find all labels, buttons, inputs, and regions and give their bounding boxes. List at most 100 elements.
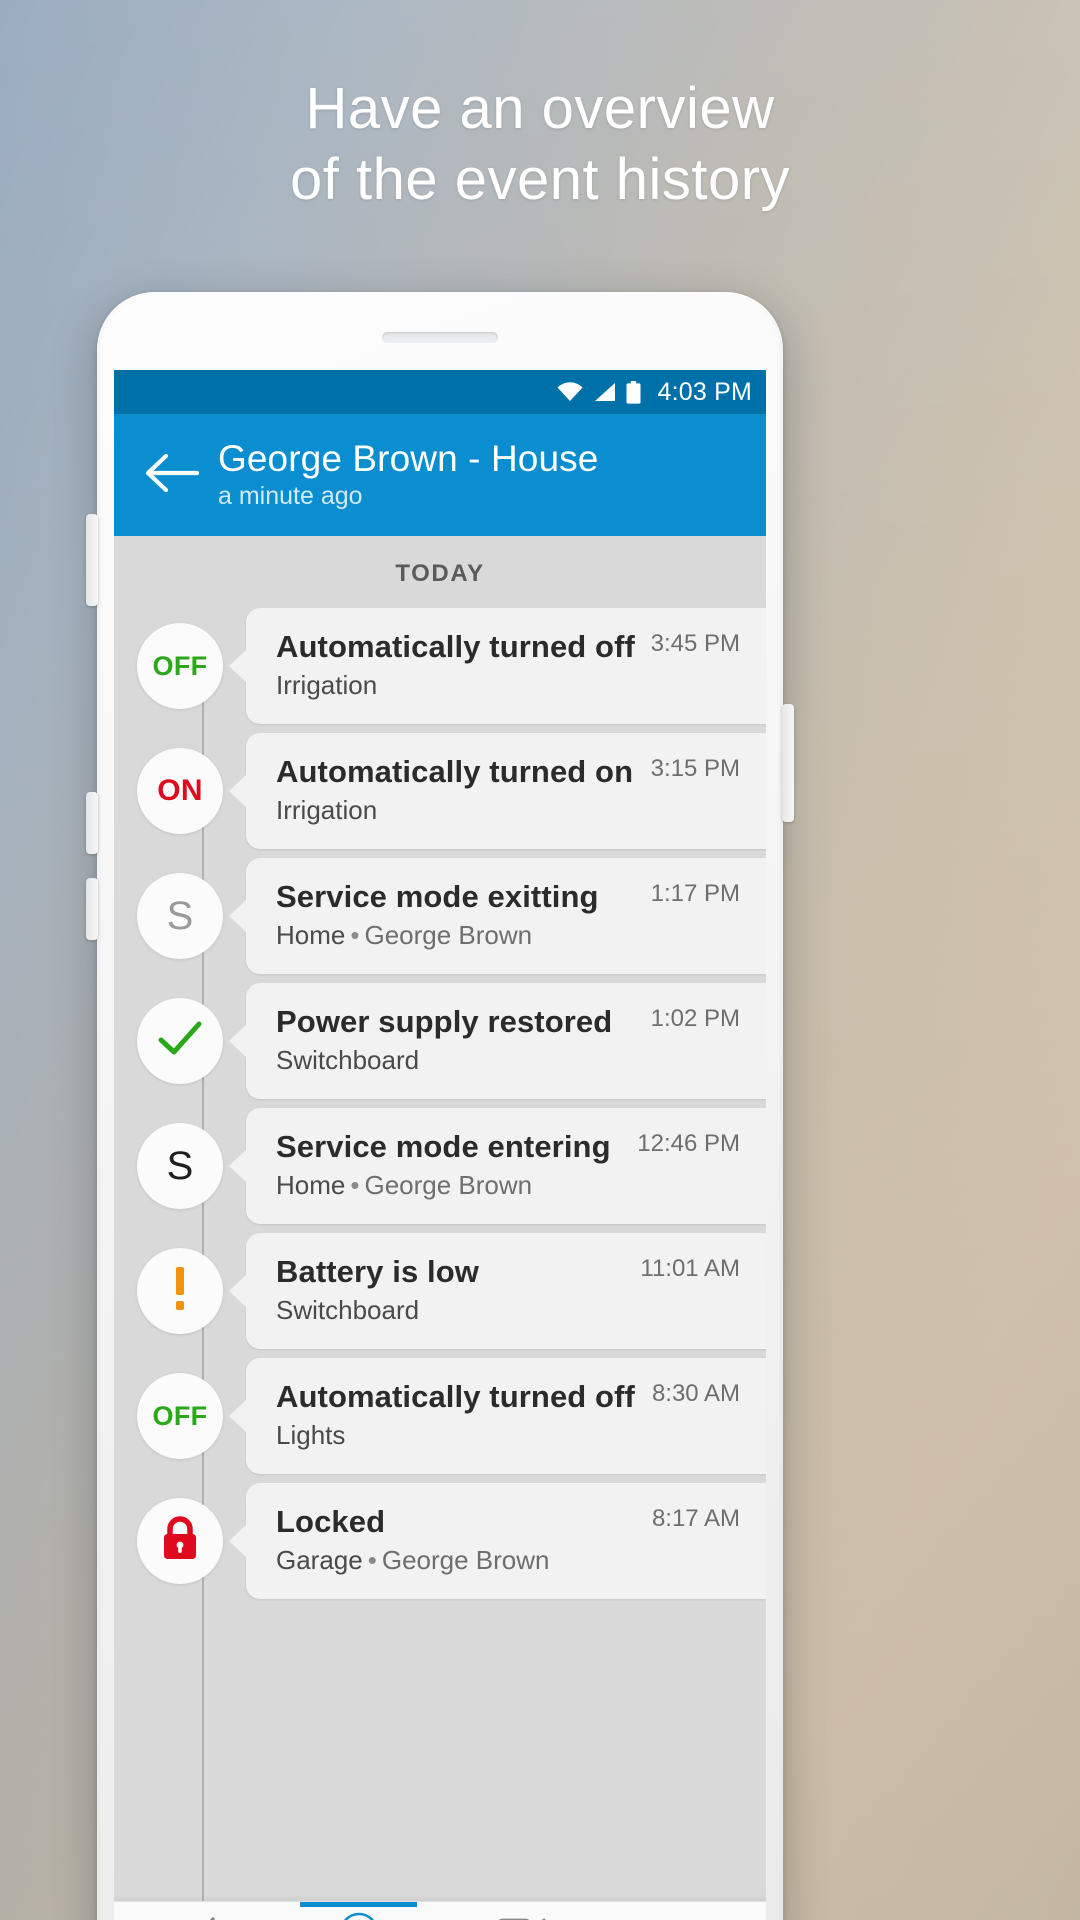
event-row[interactable]: Power supply restored Switchboard 1:02 PM — [114, 983, 766, 1099]
event-subtitle-primary: Home — [276, 1170, 346, 1201]
event-subtitle-primary: Garage — [276, 1545, 363, 1576]
back-arrow-icon — [143, 451, 200, 500]
event-card-body: Power supply restored Switchboard — [276, 1004, 637, 1075]
event-time: 8:17 AM — [651, 1505, 740, 1532]
earpiece-speaker — [382, 332, 498, 343]
event-row[interactable]: S Service mode exitting Home • George Brown 1… — [114, 858, 766, 974]
badge-state-text: ON — [157, 774, 203, 807]
status-bar: 4:03 PM — [114, 370, 766, 414]
day-section-header: TODAY — [395, 560, 485, 587]
app-bar: George Brown - House a minute ago — [114, 414, 766, 536]
event-title: Automatically turned off — [276, 1379, 635, 1415]
phone-mockup: 4:03 PM George Brown - House a minute ag… — [86, 292, 794, 1920]
assistant-button[interactable] — [86, 878, 98, 940]
event-badge: OFF — [114, 1358, 246, 1474]
event-subtitle-primary: Irrigation — [276, 795, 378, 826]
event-time: 8:30 AM — [651, 1380, 740, 1407]
event-badge: ON — [114, 733, 246, 849]
event-card[interactable]: Automatically turned off Lights 8:30 AM — [246, 1358, 766, 1474]
event-row[interactable]: OFF Automatically turned off Irrigation 3:4… — [114, 608, 766, 724]
event-time: 1:02 PM — [650, 1005, 740, 1032]
event-badge-circle: OFF — [137, 623, 223, 709]
status-check-icon — [156, 1019, 204, 1064]
nav-active-indicator — [299, 1902, 418, 1907]
event-badge: S — [114, 1108, 246, 1224]
event-card[interactable]: Locked Garage • George Brown 8:17 AM — [246, 1483, 766, 1599]
badge-state-text: OFF — [152, 1400, 208, 1431]
phone-screen: 4:03 PM George Brown - House a minute ag… — [114, 370, 766, 1920]
clock-icon — [338, 1911, 380, 1920]
badge-letter: S — [166, 893, 194, 938]
promo-screenshot: Have an overview of the event history 4:… — [0, 0, 1080, 1920]
event-subtitle-secondary: George Brown — [381, 1545, 550, 1576]
event-card[interactable]: Service mode exitting Home • George Brown 1:… — [246, 858, 766, 974]
event-card[interactable]: Service mode entering Home • George Brown 12… — [246, 1108, 766, 1224]
event-card[interactable]: Power supply restored Switchboard 1:02 PM — [246, 983, 766, 1099]
promo-headline-line2: of the event history — [289, 146, 791, 212]
promo-headline: Have an overview of the event history — [0, 74, 1080, 216]
nav-item-devices[interactable]: Devices — [603, 1902, 766, 1920]
event-row[interactable]: Locked Garage • George Brown 8:17 AM — [114, 1483, 766, 1599]
event-subtitle: Irrigation — [276, 671, 637, 700]
volume-button-down[interactable] — [86, 792, 98, 854]
app-bar-texts: George Brown - House a minute ago — [218, 439, 598, 510]
event-row[interactable]: S Service mode entering Home • George Brown 1… — [114, 1108, 766, 1224]
event-row[interactable]: OFF Automatically turned off Lights 8:30 AM — [114, 1358, 766, 1474]
event-subtitle: Home • George Brown — [276, 921, 637, 950]
event-history-list[interactable]: TODAY OFF Automatically turned off Irrigat… — [114, 536, 766, 1902]
event-subtitle: Home • George Brown — [276, 1171, 623, 1200]
status-bar-time: 4:03 PM — [657, 377, 752, 406]
event-title: Automatically turned off — [276, 629, 635, 665]
event-subtitle: Lights — [276, 1421, 638, 1450]
separator-dot: • — [367, 1545, 377, 1576]
separator-dot: • — [350, 1170, 360, 1201]
power-button[interactable] — [782, 704, 794, 822]
event-title: Locked — [276, 1504, 386, 1540]
event-subtitle: Garage • George Brown — [276, 1546, 638, 1575]
event-card[interactable]: Battery is low Switchboard 11:01 AM — [246, 1233, 766, 1349]
event-title: Power supply restored — [276, 1004, 613, 1040]
promo-headline-line1: Have an overview — [305, 76, 775, 141]
event-row[interactable]: ON Automatically turned on Irrigation 3:15 … — [114, 733, 766, 849]
event-badge: S — [114, 858, 246, 974]
event-title: Automatically turned on — [276, 754, 634, 790]
event-title: Service mode exitting — [276, 879, 599, 915]
event-card[interactable]: Automatically turned on Irrigation 3:15 PM — [246, 733, 766, 849]
camera-icon — [497, 1911, 547, 1920]
event-subtitle-primary: Lights — [276, 1420, 346, 1451]
separator-dot: • — [350, 920, 360, 951]
event-subtitle: Switchboard — [276, 1296, 626, 1325]
event-subtitle-secondary: George Brown — [364, 920, 533, 951]
event-subtitle: Switchboard — [276, 1046, 637, 1075]
back-button[interactable] — [136, 440, 206, 510]
nav-item-history[interactable]: History — [277, 1902, 440, 1920]
nav-item-status[interactable]: Status — [114, 1902, 277, 1920]
devices-icon — [660, 1911, 710, 1920]
event-subtitle-secondary: George Brown — [364, 1170, 533, 1201]
event-subtitle-primary: Switchboard — [276, 1295, 420, 1326]
event-badge-circle: OFF — [137, 1373, 223, 1459]
event-card[interactable]: Automatically turned off Irrigation 3:45 P… — [246, 608, 766, 724]
event-badge — [114, 1233, 246, 1349]
event-badge — [114, 1483, 246, 1599]
volume-button-up[interactable] — [86, 514, 98, 606]
lock-icon — [158, 1515, 202, 1568]
event-card-body: Automatically turned on Irrigation — [276, 754, 637, 826]
event-card-body: Service mode entering Home • George Brown — [276, 1130, 623, 1200]
event-badge-circle — [137, 1248, 223, 1334]
event-title: Battery is low — [276, 1254, 479, 1290]
event-subtitle-primary: Irrigation — [276, 670, 378, 701]
event-card-body: Service mode exitting Home • George Brown — [276, 879, 637, 950]
bottom-navigation[interactable]: Status History — [114, 1901, 766, 1920]
nav-item-cameras[interactable]: Cameras — [440, 1902, 603, 1920]
event-badge-circle — [137, 1498, 223, 1584]
warning-exclamation-icon — [172, 1265, 188, 1318]
event-row[interactable]: Battery is low Switchboard 11:01 AM — [114, 1233, 766, 1349]
event-card-body: Battery is low Switchboard — [276, 1254, 626, 1325]
event-rows-container: OFF Automatically turned off Irrigation 3:4… — [114, 608, 766, 1599]
event-badge-circle: ON — [137, 748, 223, 834]
event-badge: OFF — [114, 608, 246, 724]
badge-state-text: OFF — [152, 650, 208, 681]
event-subtitle-primary: Switchboard — [276, 1045, 420, 1076]
event-time: 12:46 PM — [637, 1130, 740, 1157]
